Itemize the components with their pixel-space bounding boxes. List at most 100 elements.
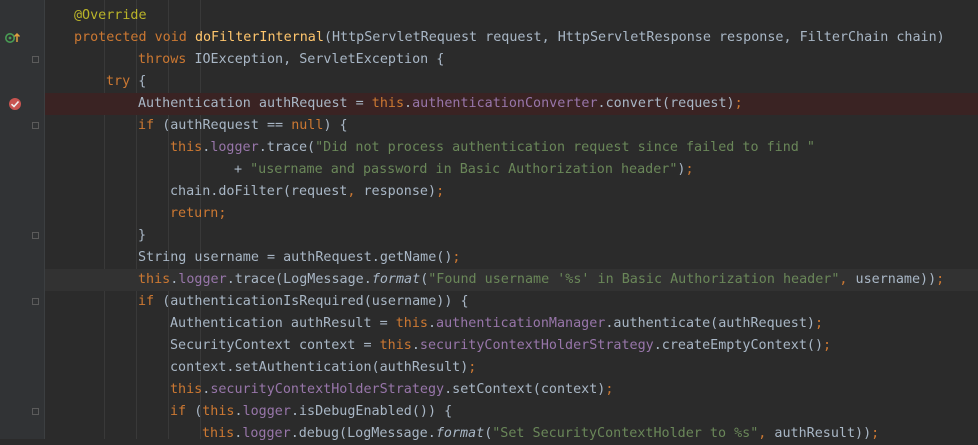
code-token: ) { — [323, 118, 348, 133]
code-token: authenticationConverter — [412, 96, 598, 111]
code-line-text: this.logger.trace(LogMessage.format("Fou… — [138, 269, 944, 291]
code-area[interactable]: @Override protected void doFilterInternal… — [45, 0, 978, 441]
override-method-icon[interactable] — [5, 32, 21, 48]
code-token: if — [170, 404, 195, 419]
code-token: response) — [363, 184, 437, 199]
code-token: , — [347, 184, 364, 199]
code-line[interactable]: if (this.logger.isDebugEnabled()) { — [45, 401, 978, 423]
code-token: username)) — [855, 272, 937, 287]
code-token: SecurityContext context = — [170, 338, 380, 353]
code-token: null — [291, 118, 324, 133]
code-line-text: context.setAuthentication(authResult); — [170, 357, 476, 379]
code-token: authenticationManager — [436, 316, 606, 331]
code-token: (authRequest == — [162, 118, 292, 133]
code-line[interactable]: SecurityContext context = this.securityC… — [45, 335, 978, 357]
code-token: this — [379, 338, 412, 353]
code-token: .isDebugEnabled()) { — [290, 404, 453, 419]
code-token: return; — [170, 206, 227, 221]
code-line-text: throws IOException, ServletException { — [138, 49, 444, 71]
code-token: ; — [814, 316, 824, 331]
code-token: .authenticate(authRequest) — [605, 316, 815, 331]
code-token: . — [404, 96, 413, 111]
code-line-text: if (this.logger.isDebugEnabled()) { — [170, 401, 452, 423]
code-line-text: if (authRequest == null) { — [138, 115, 348, 137]
code-token: .trace( — [258, 140, 316, 155]
fold-marker-icon[interactable] — [32, 298, 39, 305]
code-token: ; — [936, 272, 945, 287]
code-token: + — [234, 162, 251, 177]
code-line[interactable]: Authentication authResult = this.authent… — [45, 313, 978, 335]
code-line-text: Authentication authResult = this.authent… — [170, 313, 823, 335]
code-line-text: SecurityContext context = this.securityC… — [170, 335, 831, 357]
code-line[interactable]: this.securityContextHolderStrategy.setCo… — [45, 379, 978, 401]
code-token: . — [411, 338, 420, 353]
code-line[interactable]: context.setAuthentication(authResult); — [45, 357, 978, 379]
code-line-text: Authentication authRequest = this.authen… — [138, 93, 743, 115]
code-line-text: this.logger.debug(LogMessage.format("Set… — [202, 423, 879, 445]
code-line-text: chain.doFilter(request, response); — [170, 181, 444, 203]
fold-marker-icon[interactable] — [32, 122, 39, 129]
code-token: securityContextHolderStrategy — [210, 382, 445, 397]
code-token: ; — [685, 162, 694, 177]
code-token: .trace(LogMessage. — [226, 272, 372, 287]
code-token: , — [839, 272, 856, 287]
code-token: ; — [468, 360, 477, 375]
code-line-text: } — [138, 225, 146, 247]
code-token: logger — [210, 140, 259, 155]
code-token: . — [234, 404, 243, 419]
code-token: ; — [734, 96, 743, 111]
code-token: protected void — [74, 30, 195, 45]
code-token: context.setAuthentication(authResult) — [170, 360, 469, 375]
code-line-text: this.securityContextHolderStrategy.setCo… — [170, 379, 613, 401]
code-token: .convert(request) — [597, 96, 735, 111]
code-line[interactable]: protected void doFilterInternal(HttpServ… — [45, 27, 978, 49]
code-token: String username = authRequest.getName() — [138, 250, 453, 265]
code-token: logger — [178, 272, 227, 287]
code-line-text: + "username and password in Basic Author… — [234, 159, 694, 181]
code-token: doFilterInternal — [194, 30, 324, 45]
code-line[interactable]: return; — [45, 203, 978, 225]
code-line[interactable]: if (authenticationIsRequired(username)) … — [45, 291, 978, 313]
code-token: "Did not process authentication request … — [315, 140, 815, 155]
code-line-text: return; — [170, 203, 226, 225]
code-line-text: @Override — [74, 5, 147, 27]
editor-gutter[interactable] — [0, 0, 45, 439]
code-line-text: try { — [106, 71, 146, 93]
code-line[interactable]: this.logger.trace(LogMessage.format("Fou… — [45, 269, 978, 291]
code-token: this — [170, 140, 203, 155]
code-editor[interactable]: @Override protected void doFilterInternal… — [0, 0, 978, 441]
code-token: . — [427, 316, 437, 331]
code-token: format — [371, 272, 421, 287]
code-line-text: this.logger.trace("Did not process authe… — [170, 137, 815, 159]
fold-marker-icon[interactable] — [32, 232, 39, 239]
code-token: this — [138, 272, 171, 287]
code-line-text: if (authenticationIsRequired(username)) … — [138, 291, 469, 313]
code-line-text: String username = authRequest.getName(); — [138, 247, 460, 269]
code-line[interactable]: this.logger.trace("Did not process authe… — [45, 137, 978, 159]
code-token: securityContextHolderStrategy — [419, 338, 654, 353]
code-token: this — [170, 382, 203, 397]
code-token: if — [138, 118, 163, 133]
code-line[interactable]: this.logger.debug(LogMessage.format("Set… — [45, 423, 978, 445]
code-line[interactable]: try { — [45, 71, 978, 93]
fold-marker-icon[interactable] — [32, 408, 39, 415]
code-line[interactable]: chain.doFilter(request, response); — [45, 181, 978, 203]
code-token: ; — [452, 250, 461, 265]
code-line[interactable]: @Override — [45, 5, 978, 27]
code-token: } — [138, 228, 147, 243]
fold-marker-icon[interactable] — [32, 56, 39, 63]
code-line[interactable]: + "username and password in Basic Author… — [45, 159, 978, 181]
breakpoint-icon[interactable] — [8, 97, 22, 115]
code-token: "username and password in Basic Authoriz… — [250, 162, 678, 177]
code-token: ; — [823, 338, 832, 353]
code-token: throws — [138, 52, 195, 67]
code-line[interactable]: throws IOException, ServletException { — [45, 49, 978, 71]
code-token: try — [106, 74, 139, 89]
code-token: ; — [436, 184, 445, 199]
code-line[interactable]: String username = authRequest.getName(); — [45, 247, 978, 269]
code-line[interactable]: } — [45, 225, 978, 247]
code-line[interactable]: if (authRequest == null) { — [45, 115, 978, 137]
code-token: (HttpServletRequest request, HttpServlet… — [323, 30, 945, 45]
code-token: .createEmptyContext() — [653, 338, 824, 353]
code-line[interactable]: Authentication authRequest = this.authen… — [45, 93, 978, 115]
